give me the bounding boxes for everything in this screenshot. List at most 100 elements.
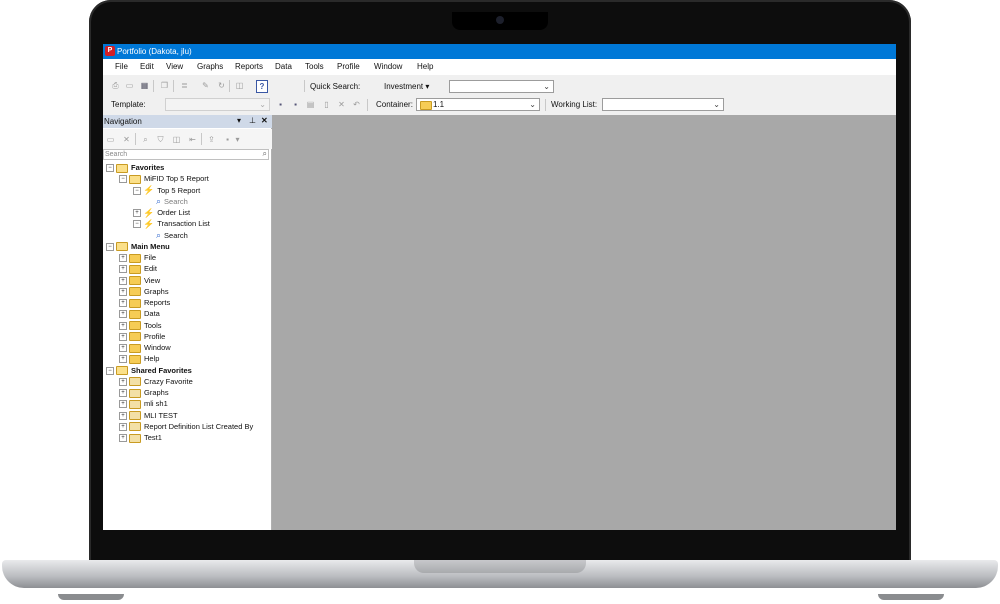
tree-item[interactable]: + Graphs bbox=[119, 387, 169, 398]
expand-toggle-icon[interactable]: + bbox=[119, 332, 127, 341]
expand-toggle-icon[interactable]: + bbox=[119, 434, 127, 443]
folder-icon bbox=[129, 343, 141, 353]
tree-item-label: Edit bbox=[144, 264, 157, 274]
delete-icon[interactable]: ✕ bbox=[337, 100, 346, 109]
collapse-toggle-icon[interactable]: − bbox=[106, 242, 114, 251]
tree-item[interactable]: − Favorites bbox=[106, 162, 164, 173]
tree-item-label: Profile bbox=[144, 331, 166, 341]
new-folder-icon[interactable]: ▭ bbox=[106, 135, 115, 144]
tree-item[interactable]: ⌕ Search bbox=[146, 230, 188, 241]
toolbar-separator bbox=[304, 80, 305, 92]
menu-file[interactable]: File bbox=[115, 62, 128, 72]
menu-tools[interactable]: Tools bbox=[305, 62, 324, 72]
expand-icon[interactable]: ◫ bbox=[172, 135, 181, 144]
save-as-icon[interactable]: ▪ bbox=[291, 100, 300, 109]
tree-item[interactable]: + Crazy Favorite bbox=[119, 376, 193, 387]
tree-item[interactable]: + mli sh1 bbox=[119, 398, 168, 409]
expand-toggle-icon[interactable]: + bbox=[119, 254, 127, 263]
tree-item[interactable]: + Help bbox=[119, 353, 159, 364]
pin-icon[interactable]: ⊥ bbox=[249, 116, 256, 126]
report-icon[interactable]: ▦ bbox=[140, 81, 149, 90]
edit-icon[interactable]: ✎ bbox=[201, 81, 210, 90]
tree-item-label: Favorites bbox=[131, 163, 165, 172]
expand-toggle-icon[interactable]: + bbox=[119, 265, 127, 274]
toolbar-separator bbox=[367, 99, 368, 111]
expand-toggle-icon[interactable]: + bbox=[133, 209, 141, 218]
collapse-toggle-icon[interactable]: − bbox=[133, 220, 141, 229]
new-icon[interactable]: ▯ bbox=[322, 100, 331, 109]
menu-window[interactable]: Window bbox=[374, 62, 402, 72]
template-select[interactable]: ⌄ bbox=[165, 98, 270, 111]
expand-toggle-icon[interactable]: + bbox=[119, 276, 127, 285]
close-icon[interactable]: ✕ bbox=[261, 116, 268, 126]
delete-icon[interactable]: ✕ bbox=[122, 135, 131, 144]
working-list-select[interactable]: ⌄ bbox=[602, 98, 724, 111]
help-icon[interactable]: ? bbox=[256, 80, 268, 93]
tree-item[interactable]: − ⚡ Transaction List bbox=[133, 218, 210, 229]
tree-item[interactable]: − ⚡ Top 5 Report bbox=[133, 185, 200, 196]
expand-toggle-icon[interactable]: + bbox=[119, 377, 127, 386]
share-icon[interactable]: ⇪ bbox=[207, 135, 216, 144]
menu-data[interactable]: Data bbox=[275, 62, 292, 72]
tree-item[interactable]: + File bbox=[119, 252, 156, 263]
copy-icon[interactable]: ❐ bbox=[160, 81, 169, 90]
expand-toggle-icon[interactable]: + bbox=[119, 321, 127, 330]
tree-item[interactable]: + Data bbox=[119, 308, 160, 319]
open-icon[interactable]: ▤ bbox=[306, 100, 315, 109]
tree-item[interactable]: − MiFID Top 5 Report bbox=[119, 173, 209, 184]
tree-item[interactable]: + Profile bbox=[119, 331, 165, 342]
tree-item[interactable]: + MLI TEST bbox=[119, 410, 178, 421]
tree-item[interactable]: + Graphs bbox=[119, 286, 169, 297]
panel-menu-icon[interactable]: ▾ bbox=[237, 116, 241, 126]
expand-toggle-icon[interactable]: + bbox=[119, 400, 127, 409]
refresh-icon[interactable]: ↻ bbox=[217, 81, 226, 90]
search-icon[interactable]: ⌕ bbox=[263, 149, 267, 159]
tree-item[interactable]: + Test1 bbox=[119, 432, 162, 443]
print-preview-icon[interactable]: ⎙ bbox=[111, 81, 120, 90]
expand-toggle-icon[interactable]: + bbox=[119, 355, 127, 364]
collapse-toggle-icon[interactable]: − bbox=[106, 366, 114, 375]
collapse-toggle-icon[interactable]: − bbox=[106, 164, 114, 173]
search-icon[interactable]: ⌕ bbox=[141, 135, 150, 144]
menu-edit[interactable]: Edit bbox=[140, 62, 154, 72]
tree-item[interactable]: + Report Definition List Created By bbox=[119, 421, 253, 432]
container-select[interactable]: 1.1 ⌄ bbox=[416, 98, 540, 111]
expand-toggle-icon[interactable]: + bbox=[119, 287, 127, 296]
navigation-search-input[interactable]: Search ⌕ bbox=[103, 149, 269, 160]
expand-toggle-icon[interactable]: + bbox=[119, 411, 127, 420]
tree-item[interactable]: + ⚡ Order List bbox=[133, 207, 190, 218]
menu-help[interactable]: Help bbox=[417, 62, 433, 72]
expand-toggle-icon[interactable]: + bbox=[119, 389, 127, 398]
quick-search-input[interactable]: ⌄ bbox=[449, 80, 554, 93]
menu-profile[interactable]: Profile bbox=[337, 62, 360, 72]
menu-graphs[interactable]: Graphs bbox=[197, 62, 223, 72]
collapse-toggle-icon[interactable]: − bbox=[133, 186, 141, 195]
menu-reports[interactable]: Reports bbox=[235, 62, 263, 72]
filter-icon[interactable]: ⛉ bbox=[156, 135, 165, 144]
chart-icon[interactable]: ◫ bbox=[235, 81, 244, 90]
chevron-down-icon[interactable]: ▾ bbox=[233, 135, 242, 144]
tree-item[interactable]: + Window bbox=[119, 342, 171, 353]
menu-view[interactable]: View bbox=[166, 62, 183, 72]
tree-item[interactable]: + View bbox=[119, 275, 160, 286]
tree-item[interactable]: + Edit bbox=[119, 263, 157, 274]
tree-item[interactable]: − Main Menu bbox=[106, 241, 170, 252]
save-icon[interactable]: ▪ bbox=[276, 100, 285, 109]
collapse-icon[interactable]: ⇤ bbox=[188, 135, 197, 144]
tree-item[interactable]: − Shared Favorites bbox=[106, 365, 192, 376]
save-icon[interactable]: ▪ bbox=[223, 135, 232, 144]
expand-toggle-icon[interactable]: + bbox=[119, 422, 127, 431]
tree-item[interactable]: ⌕ Search bbox=[146, 196, 188, 207]
tree-item[interactable]: + Reports bbox=[119, 297, 170, 308]
tree-item-label: Search bbox=[164, 230, 188, 240]
tree-item[interactable]: + Tools bbox=[119, 320, 162, 331]
expand-toggle-icon[interactable]: + bbox=[119, 299, 127, 308]
expand-toggle-icon[interactable]: + bbox=[119, 344, 127, 353]
investment-dropdown[interactable]: Investment ▾ bbox=[384, 82, 429, 92]
print-icon[interactable]: ▭ bbox=[125, 81, 134, 90]
undo-icon[interactable]: ↶ bbox=[352, 100, 361, 109]
folder-open-icon bbox=[116, 242, 128, 252]
collapse-toggle-icon[interactable]: − bbox=[119, 175, 127, 184]
list-icon[interactable]: ≣ bbox=[180, 81, 189, 90]
expand-toggle-icon[interactable]: + bbox=[119, 310, 127, 319]
